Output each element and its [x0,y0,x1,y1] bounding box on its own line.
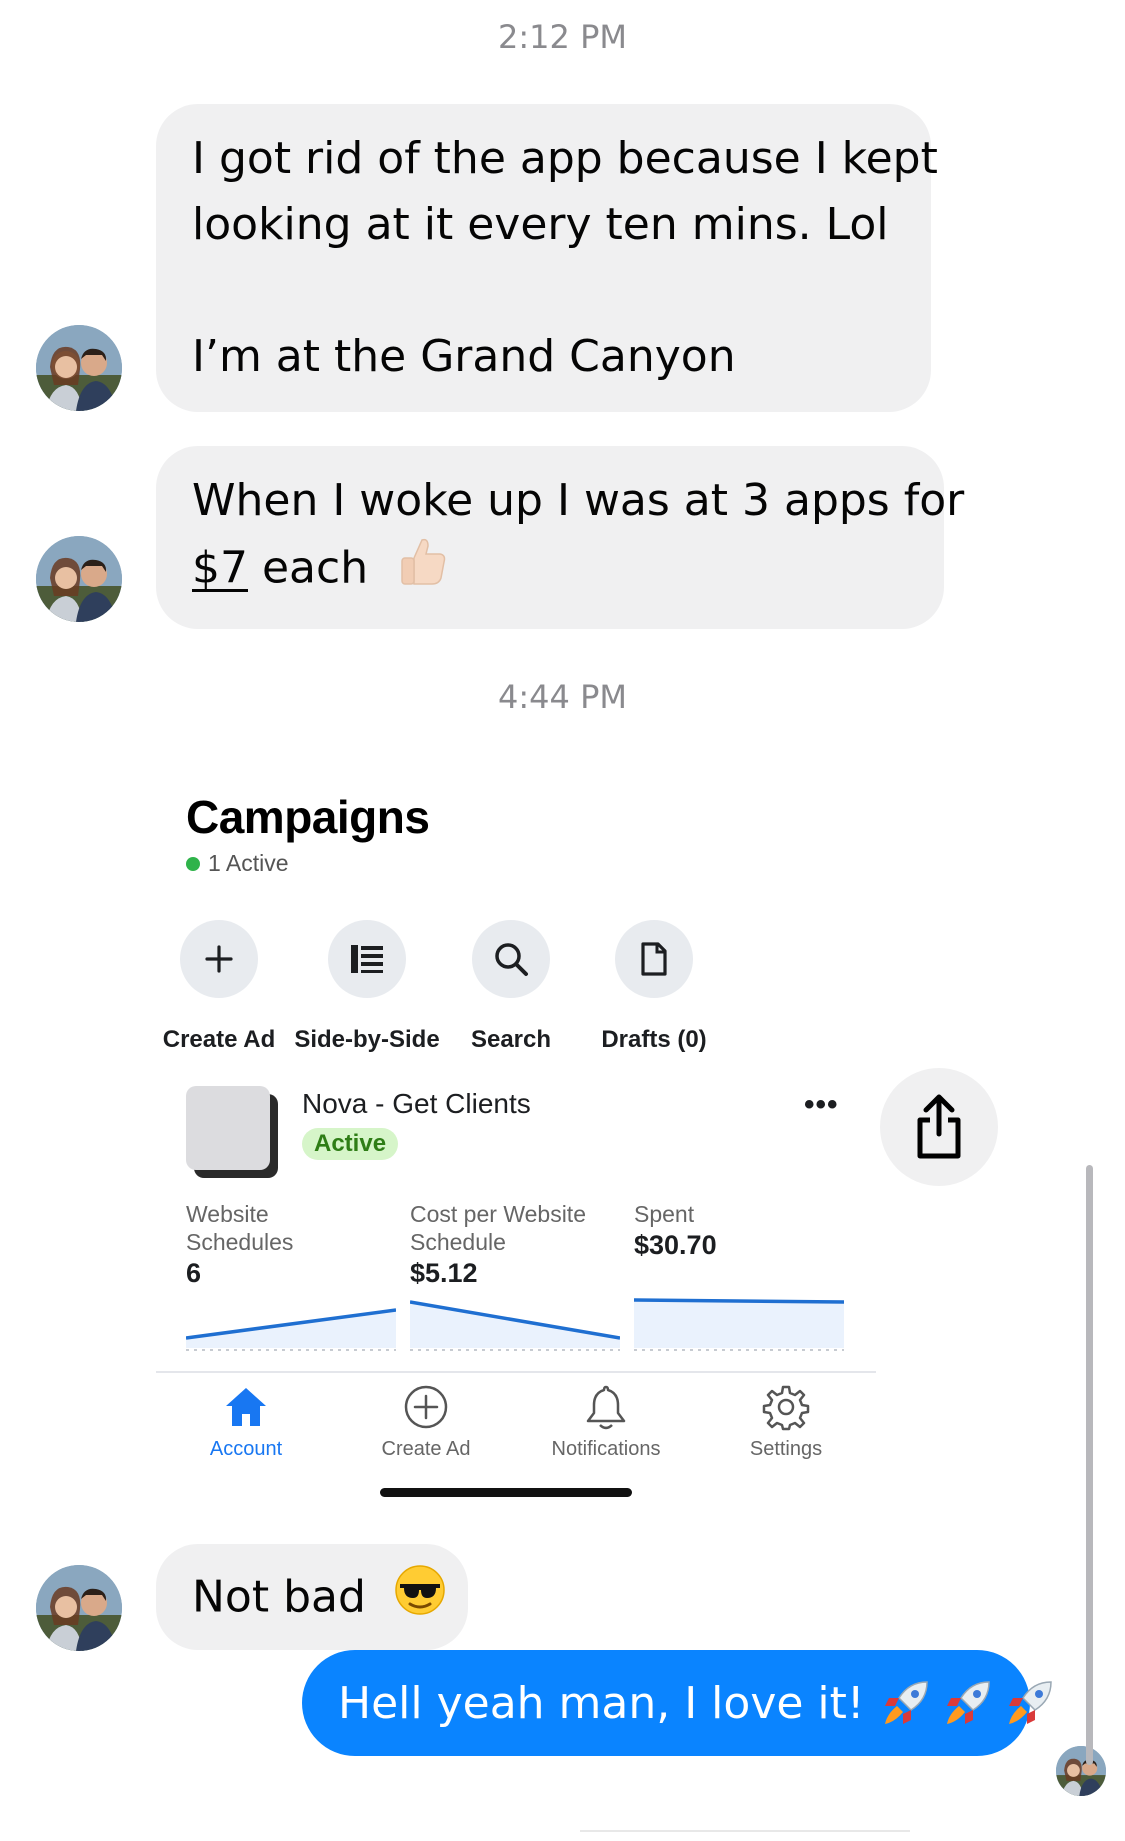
metric-cost-per-schedule[interactable]: Cost per Website Schedule $5.12 [410,1200,620,1289]
metric-label: Schedules [186,1229,294,1255]
create-ad-button[interactable]: Create Ad [134,920,304,1054]
contact-avatar[interactable] [36,536,122,622]
document-icon [615,920,693,998]
home-icon [166,1382,326,1432]
message-line: Not bad [192,1564,445,1635]
message-line: I got rid of the app because I kept [192,133,938,184]
message-text: each [248,542,369,594]
drafts-button[interactable]: Drafts (0) [569,920,739,1054]
message-text: Not bad [192,1571,366,1623]
home-indicator [380,1488,632,1497]
rocket-emoji [946,1681,990,1724]
contact-avatar[interactable] [36,1565,122,1651]
incoming-message-1[interactable]: I got rid of the app because I kept look… [156,104,938,412]
active-count: 1 Active [208,850,289,876]
next-message-edge [580,1830,910,1841]
message-line: I’m at the Grand Canyon [192,331,736,382]
ad-thumbnail[interactable] [186,1086,270,1170]
timestamp-2: 4:44 PM [498,678,627,716]
tab-settings[interactable]: Settings [706,1382,866,1461]
plus-icon [180,920,258,998]
sparkline-spent [634,1290,844,1352]
shared-screenshot[interactable]: Campaigns 1 Active Create Ad Side-by-Sid… [156,770,876,1530]
metric-label: Cost per Website [410,1201,586,1227]
tab-label: Account [209,1438,283,1460]
tab-label: Notifications [551,1438,661,1460]
ad-name[interactable]: Nova - Get Clients [302,1088,531,1120]
metric-value: 6 [186,1258,202,1288]
couple-photo-icon [36,325,122,411]
couple-photo-icon [36,536,122,622]
read-receipt-avatar [1056,1746,1106,1796]
action-label: Drafts (0) [601,1026,707,1053]
tab-create-ad[interactable]: Create Ad [346,1382,506,1461]
message-line: looking at it every ten mins. Lol [192,199,889,250]
tab-notifications[interactable]: Notifications [526,1382,686,1461]
action-label: Create Ad [162,1026,276,1053]
status-dot-icon [186,856,200,871]
metric-website-schedules[interactable]: Website Schedules 6 [186,1200,396,1289]
metric-spent[interactable]: Spent $30.70 [634,1200,844,1261]
page-title: Campaigns [186,791,430,843]
sparkline-cost [410,1290,620,1352]
active-status: 1 Active [186,850,289,877]
message-text: Hell yeah man, I love it! [338,1677,865,1729]
price-link[interactable]: $7 [192,543,248,594]
tab-label: Settings [749,1438,823,1460]
bell-icon [526,1382,686,1432]
metric-value: $30.70 [634,1230,717,1260]
thumbs-up-emoji [396,534,450,607]
sunglasses-emoji [394,1564,446,1635]
message-line: When I woke up I was at 3 apps for [192,475,965,526]
share-icon [917,1094,961,1159]
status-badge: Active [302,1128,399,1160]
incoming-message-3[interactable]: Not bad [156,1544,468,1650]
message-line: $7 each [192,534,908,607]
sparkline-schedules [186,1290,396,1352]
timestamp-1: 2:12 PM [498,18,627,56]
search-icon [472,920,550,998]
rocket-emoji [884,1681,928,1724]
rocket-emoji [1008,1681,1052,1724]
list-icon [328,920,406,998]
metric-label: Spent [634,1201,695,1227]
gear-icon [706,1382,866,1432]
contact-avatar[interactable] [36,325,122,411]
metric-value: $5.12 [410,1258,478,1288]
tab-account[interactable]: Account [166,1382,326,1461]
metric-label: Website [186,1201,269,1227]
couple-photo-icon [1056,1746,1106,1796]
tab-label: Create Ad [381,1438,471,1460]
plus-circle-icon [346,1382,506,1432]
couple-photo-icon [36,1565,122,1651]
rocket-emojis [879,1676,1057,1730]
incoming-message-2[interactable]: When I woke up I was at 3 apps for $7 ea… [156,446,965,629]
share-button[interactable] [880,1068,998,1186]
scrollbar[interactable] [1086,1165,1093,1765]
divider [156,1371,876,1373]
metric-label: Schedule [410,1229,506,1255]
more-options-icon[interactable]: ••• [804,1088,839,1122]
outgoing-message[interactable]: Hell yeah man, I love it! [302,1650,1052,1756]
